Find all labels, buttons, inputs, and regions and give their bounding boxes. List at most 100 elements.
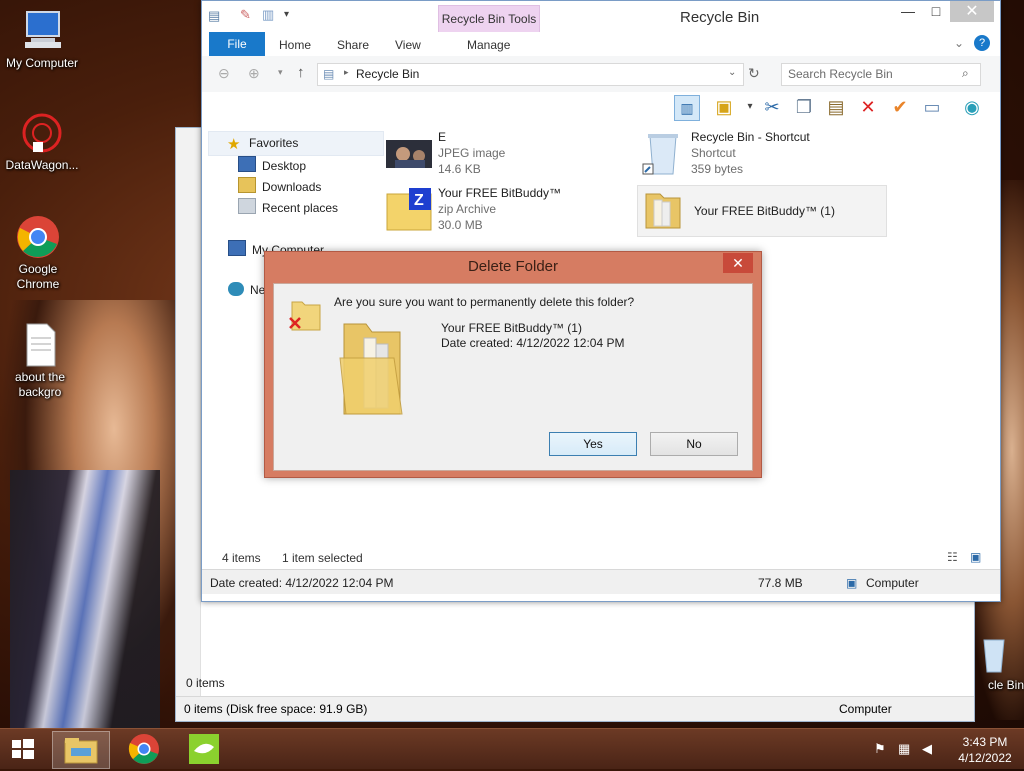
back-arrow-icon[interactable]: ⊖ [218,65,230,82]
folder-options-icon[interactable]: ▣ [712,95,736,119]
yes-button[interactable]: Yes [549,432,637,456]
up-arrow-icon[interactable]: ↑ [297,64,305,81]
expand-ribbon-icon[interactable]: ⌄ [954,36,964,50]
network-tray-icon[interactable]: ▦ [898,741,910,757]
desktop-icon-chrome[interactable]: Google Chrome [0,214,80,292]
file-name: Recycle Bin - Shortcut [691,130,810,144]
maximize-button[interactable]: □ [922,3,950,23]
options-dropdown-icon[interactable]: ▾ [738,95,762,119]
address-bar[interactable]: ▤ ▸ Recycle Bin ⌄ [317,63,744,86]
delete-folder-dialog[interactable]: Delete Folder ✕ Are you sure you want to… [264,251,762,478]
desktop-icon-label: about the backgro [14,370,66,399]
breadcrumb-chevron-icon[interactable]: ▸ [344,67,349,78]
search-icon[interactable]: ⌕ [962,66,969,81]
check-icon[interactable]: ✔ [888,95,912,119]
file-item-shortcut[interactable]: Recycle Bin - Shortcut Shortcut 359 byte… [638,130,878,178]
zip-archive-icon: Z [385,188,433,232]
status-location: Computer [866,576,919,590]
details-view-icon[interactable]: ☷ [947,550,958,564]
refresh-icon[interactable]: ↻ [748,65,760,82]
file-name: Your FREE BitBuddy™ [438,186,561,200]
search-box[interactable]: Search Recycle Bin ⌕ [781,63,981,86]
recent-locations-icon[interactable]: ▾ [278,67,283,78]
status-size: 77.8 MB [758,576,803,590]
tab-home[interactable]: Home [279,38,311,52]
tab-file[interactable]: File [209,32,265,56]
search-placeholder: Search Recycle Bin [788,67,893,81]
recent-places-icon [238,198,256,214]
chrome-icon [15,214,61,260]
nav-favorites[interactable]: ★ Favorites [208,131,384,156]
network-nav-icon [228,282,244,296]
address-text: Recycle Bin [356,67,420,81]
volume-muted-icon[interactable]: ◀ [922,741,932,757]
forward-arrow-icon[interactable]: ⊕ [248,65,260,82]
delete-icon[interactable]: ✕ [856,95,880,119]
close-button[interactable]: ✕ [950,1,994,22]
tab-view[interactable]: View [395,38,421,52]
minimize-button[interactable]: — [894,3,922,23]
svg-text:Z: Z [414,192,424,209]
status-bar: Date created: 4/12/2022 12:04 PM 77.8 MB… [202,569,1000,594]
desktop-folder-icon [238,156,256,172]
title-bar[interactable]: ▤ ✎ ▥ ▾ Recycle Bin Tools Recycle Bin — … [202,1,1000,33]
nav-recent-places[interactable]: Recent places [238,198,338,218]
recycle-bin-address-icon: ▤ [323,67,335,81]
file-explorer-icon [64,738,98,764]
file-name: E [438,130,447,144]
dialog-close-button[interactable]: ✕ [723,253,753,273]
nav-favorites-label: Favorites [249,136,299,150]
ribbon-tabs: File Home Share View Manage ⌄ ? [202,32,1000,57]
tab-share[interactable]: Share [337,38,369,52]
tab-manage[interactable]: Manage [467,38,510,52]
background-status-items: 0 items [186,676,225,690]
taskbar-file-explorer[interactable] [52,731,110,769]
recycle-bin-tools-tab[interactable]: Recycle Bin Tools [438,5,540,33]
status-computer-icon: ▣ [846,576,858,590]
image-thumbnail-icon [385,132,433,176]
customize-toolbar-icon[interactable]: ▾ [284,9,289,20]
desktop-icon-my-computer[interactable]: My Computer [0,8,84,71]
rename-icon[interactable]: ▭ [920,95,944,119]
dialog-question: Are you sure you want to permanently del… [334,295,635,309]
file-type: JPEG image [438,146,506,160]
command-toolbar: ▥ ▣ ▾ ✂ ❐ ▤ ✕ ✔ ▭ ◉ [202,92,1000,124]
address-row: ⊖ ⊕ ▾ ↑ ▤ ▸ Recycle Bin ⌄ ↻ Search Recyc… [202,56,1000,93]
downloads-folder-icon [238,177,256,193]
taskbar-chrome[interactable] [116,731,172,767]
file-item-jpeg[interactable]: E JPEG image 14.6 KB [385,130,625,178]
file-size: 359 bytes [691,162,744,176]
file-item-zip[interactable]: Z Your FREE BitBuddy™ zip Archive 30.0 M… [385,186,625,234]
file-size: 14.6 KB [438,162,481,176]
large-folder-icon [336,318,410,418]
new-folder-icon[interactable]: ▥ [262,7,274,23]
copy-icon[interactable]: ❐ [792,95,816,119]
start-button[interactable] [0,731,46,767]
nav-downloads[interactable]: Downloads [238,177,321,197]
wallpaper-shirt [10,470,160,730]
dialog-item-name: Your FREE BitBuddy™ (1) [441,321,582,335]
paste-icon[interactable]: ▤ [824,95,848,119]
no-button[interactable]: No [650,432,738,456]
help-icon[interactable]: ? [974,35,990,51]
file-item-folder-selected[interactable]: Your FREE BitBuddy™ (1) [637,185,887,237]
action-center-flag-icon[interactable]: ⚑ [874,741,886,757]
cut-icon[interactable]: ✂ [760,95,784,119]
address-dropdown-icon[interactable]: ⌄ [728,67,736,78]
network-globe-icon[interactable]: ◉ [960,95,984,119]
desktop-icon-text-file[interactable]: about the backgro [0,322,82,400]
nav-desktop[interactable]: Desktop [238,156,306,176]
recycle-bin-shortcut-icon [638,132,686,176]
tray-clock[interactable]: 3:43 PM 4/12/2022 [950,734,1020,766]
status-date-created: Date created: 4/12/2022 12:04 PM [210,576,394,590]
properties-icon[interactable]: ✎ [240,7,251,23]
computer-icon [19,8,65,54]
nav-network[interactable]: Ne [228,282,265,302]
desktop-icon-datawagon[interactable]: DataWagon... [0,110,84,173]
preview-pane-icon[interactable]: ▥ [674,95,700,121]
quick-access-icon[interactable]: ▤ [208,8,220,24]
window-title: Recycle Bin [680,9,760,26]
large-icons-view-icon[interactable]: ▣ [970,550,981,564]
folder-icon [640,188,688,232]
taskbar-app[interactable] [176,731,232,767]
